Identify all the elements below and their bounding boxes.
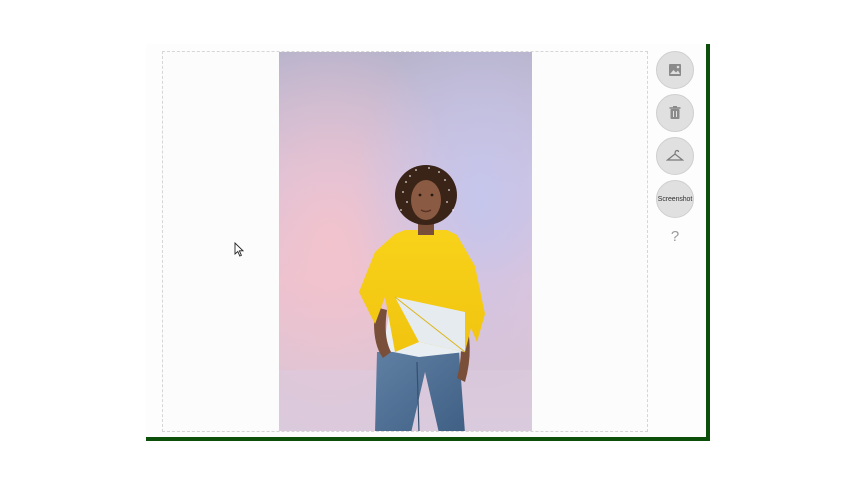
garment-button[interactable]: [656, 137, 694, 175]
image-icon: [668, 63, 682, 77]
trash-icon: [669, 106, 681, 120]
model-photo: [279, 52, 532, 431]
upload-image-button[interactable]: [656, 51, 694, 89]
screenshot-button[interactable]: Screenshot: [656, 180, 694, 218]
screenshot-label: Screenshot: [657, 195, 693, 203]
mouse-pointer-icon: [234, 241, 245, 262]
tool-sidebar: Screenshot ?: [656, 51, 696, 245]
help-button[interactable]: ?: [656, 228, 694, 245]
delete-button[interactable]: [656, 94, 694, 132]
hanger-icon: [666, 149, 684, 163]
